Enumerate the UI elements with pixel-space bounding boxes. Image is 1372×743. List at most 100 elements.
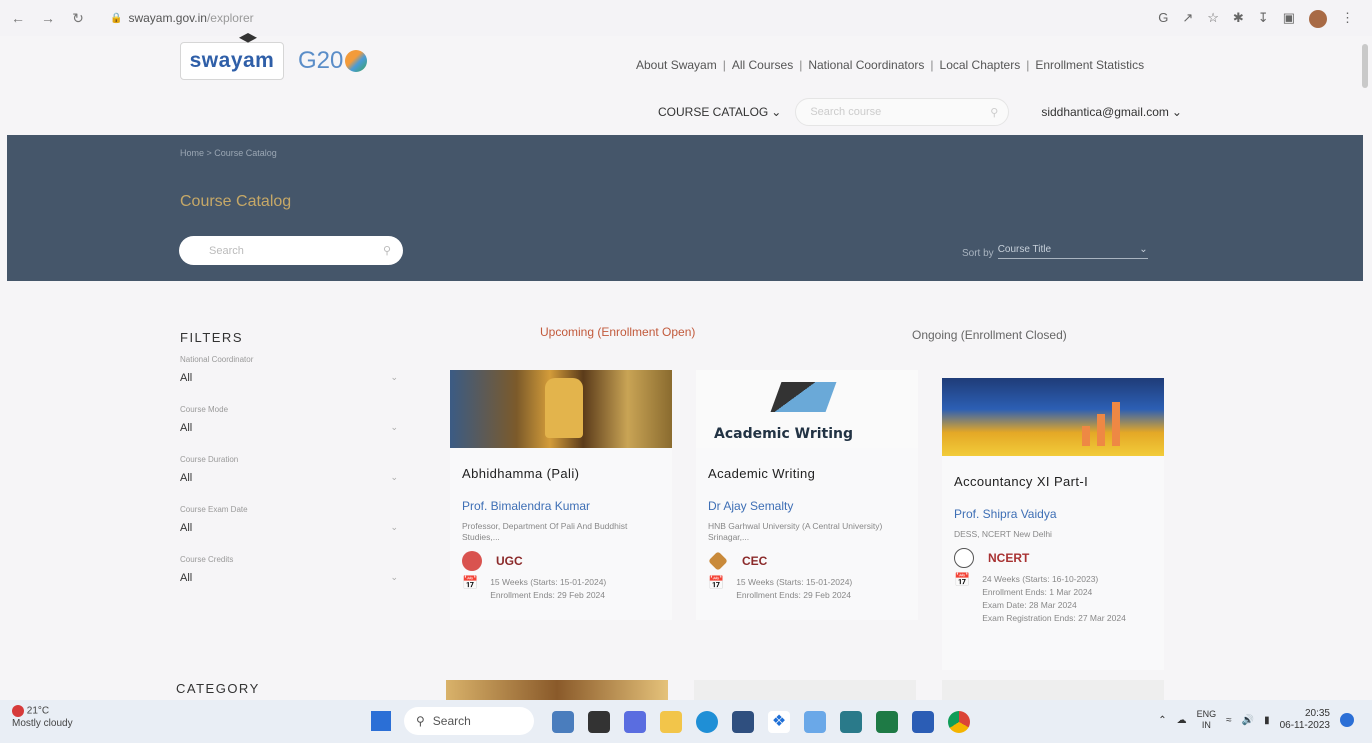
user-email: siddhantica@gmail.com <box>1041 105 1169 119</box>
category-heading: CATEGORY <box>176 681 260 696</box>
coordinator: NCERT <box>954 548 1164 568</box>
file-explorer-icon[interactable] <box>660 711 682 733</box>
filter-value: All <box>180 572 193 584</box>
task-view-icon[interactable] <box>588 711 610 733</box>
notification-icon[interactable] <box>1340 713 1354 727</box>
user-menu[interactable]: siddhantica@gmail.com ⌄ <box>1041 105 1182 119</box>
nav-all-courses[interactable]: All Courses <box>732 58 793 72</box>
course-duration: 24 Weeks (Starts: 16-10-2023) <box>982 574 1099 584</box>
course-thumbnail[interactable] <box>450 370 672 448</box>
exam-date: Exam Date: 28 Mar 2024 <box>982 600 1077 610</box>
volume-icon[interactable]: 🔊 <box>1242 715 1254 726</box>
header-search-input[interactable]: Search course ⚲ <box>795 98 1010 126</box>
menu-icon[interactable]: ⋮ <box>1341 10 1354 28</box>
weather-widget[interactable]: 21°C Mostly cloudy <box>12 705 73 730</box>
chrome-icon[interactable] <box>948 711 970 733</box>
buddha-statue-image <box>545 378 583 438</box>
course-instructor[interactable]: Prof. Shipra Vaidya <box>954 507 1164 521</box>
download-icon[interactable]: ↧ <box>1258 10 1269 28</box>
clock[interactable]: 20:35 06-11-2023 <box>1280 708 1330 732</box>
sidepanel-icon[interactable]: ▣ <box>1283 10 1295 28</box>
course-thumbnail[interactable]: Academic Writing <box>696 370 918 448</box>
app-icon[interactable] <box>840 711 862 733</box>
course-catalog-label: COURSE CATALOG <box>658 105 769 119</box>
course-catalog-dropdown[interactable]: COURSE CATALOG ⌄ <box>658 105 781 119</box>
filter-value: All <box>180 372 193 384</box>
battery-icon[interactable]: ▮ <box>1264 715 1270 726</box>
sort-label: Sort by <box>962 248 994 259</box>
nav-national-coordinators[interactable]: National Coordinators <box>808 58 924 72</box>
filter-select[interactable]: All ⌄ <box>180 472 402 484</box>
course-instructor[interactable]: Dr Ajay Semalty <box>708 499 918 513</box>
course-title[interactable]: Accountancy XI Part-I <box>954 474 1164 489</box>
excel-icon[interactable] <box>876 711 898 733</box>
chat-app-icon[interactable] <box>624 711 646 733</box>
dropbox-icon[interactable]: ❖ <box>768 711 790 733</box>
course-title[interactable]: Abhidhamma (Pali) <box>462 466 672 481</box>
taskbar-search[interactable]: ⚲ Search <box>404 707 534 735</box>
course-thumbnail[interactable] <box>942 378 1164 456</box>
windows-start-icon[interactable] <box>371 711 391 731</box>
swayam-logo[interactable]: swayam <box>180 33 284 80</box>
filter-value: All <box>180 422 193 434</box>
course-card[interactable]: Abhidhamma (Pali) Prof. Bimalendra Kumar… <box>450 370 672 620</box>
filter-select[interactable]: All ⌄ <box>180 572 402 584</box>
app-icon[interactable] <box>804 711 826 733</box>
course-title[interactable]: Academic Writing <box>708 466 918 481</box>
course-card[interactable]: Accountancy XI Part-I Prof. Shipra Vaidy… <box>942 378 1164 670</box>
language-indicator[interactable]: ENG IN <box>1197 709 1217 731</box>
nav-enrollment-statistics[interactable]: Enrollment Statistics <box>1035 58 1144 72</box>
address-bar[interactable]: 🔒 swayam.gov.in/explorer <box>110 11 254 25</box>
calendar-icon: 📅 <box>462 575 479 590</box>
filter-select[interactable]: All ⌄ <box>180 522 402 534</box>
course-instructor[interactable]: Prof. Bimalendra Kumar <box>462 499 672 513</box>
forward-icon[interactable]: → <box>36 10 60 26</box>
lock-icon: 🔒 <box>110 12 123 24</box>
course-card[interactable]: Academic Writing Academic Writing Dr Aja… <box>696 370 918 620</box>
weather-icon <box>12 705 24 717</box>
share-icon[interactable]: ↗ <box>1182 10 1193 28</box>
coordinator-name: NCERT <box>988 551 1030 565</box>
sort-select[interactable]: Course Title ⌄ <box>997 244 1148 259</box>
cloud-icon[interactable]: ☁ <box>1177 715 1187 726</box>
filter-label: Course Credits <box>180 555 234 564</box>
catalog-search-placeholder: Search <box>209 244 244 257</box>
google-icon[interactable]: G <box>1158 10 1168 28</box>
tab-upcoming[interactable]: Upcoming (Enrollment Open) <box>540 325 695 339</box>
course-card-partial[interactable] <box>942 680 1164 700</box>
word-icon[interactable] <box>912 711 934 733</box>
back-icon[interactable]: ← <box>6 10 30 26</box>
course-card-partial[interactable] <box>694 680 916 700</box>
nav-about-swayam[interactable]: About Swayam <box>636 58 717 72</box>
calendar-icon: 📅 <box>708 575 725 590</box>
header-search-placeholder: Search course <box>810 106 882 118</box>
search-icon[interactable]: ⚲ <box>990 106 998 119</box>
store-app-icon[interactable] <box>732 711 754 733</box>
chart-bar-image <box>1112 402 1120 446</box>
globe-icon <box>345 50 368 72</box>
page-scrollbar[interactable] <box>1362 44 1368 88</box>
search-icon[interactable]: ⚲ <box>383 244 391 257</box>
catalog-search-input[interactable]: Search ⚲ <box>179 236 403 265</box>
filter-select[interactable]: All ⌄ <box>180 422 402 434</box>
edge-browser-icon[interactable] <box>696 711 718 733</box>
filter-select[interactable]: All ⌄ <box>180 372 402 384</box>
chevron-down-icon: ⌄ <box>390 472 398 482</box>
filter-course-mode: Course Mode All ⌄ <box>180 405 402 434</box>
wifi-icon[interactable]: ≈ <box>1226 715 1232 726</box>
enrollment-ends: Enrollment Ends: 1 Mar 2024 <box>982 587 1093 597</box>
course-card-partial[interactable] <box>446 680 668 700</box>
tab-ongoing[interactable]: Ongoing (Enrollment Closed) <box>912 328 1067 342</box>
chevron-down-icon: ⌄ <box>771 105 782 119</box>
site-logos: swayam G20 <box>180 33 368 80</box>
ugc-logo-icon <box>462 551 482 571</box>
nav-local-chapters[interactable]: Local Chapters <box>940 58 1021 72</box>
nav-separator: | <box>722 58 726 72</box>
widgets-app-icon[interactable] <box>552 711 574 733</box>
extensions-icon[interactable]: ✱ <box>1233 10 1244 28</box>
profile-avatar[interactable] <box>1309 10 1327 28</box>
breadcrumb[interactable]: Home > Course Catalog <box>180 148 277 158</box>
reload-icon[interactable]: ↻ <box>66 10 90 27</box>
chevron-up-icon[interactable]: ⌃ <box>1158 715 1166 726</box>
star-icon[interactable]: ☆ <box>1207 10 1219 28</box>
